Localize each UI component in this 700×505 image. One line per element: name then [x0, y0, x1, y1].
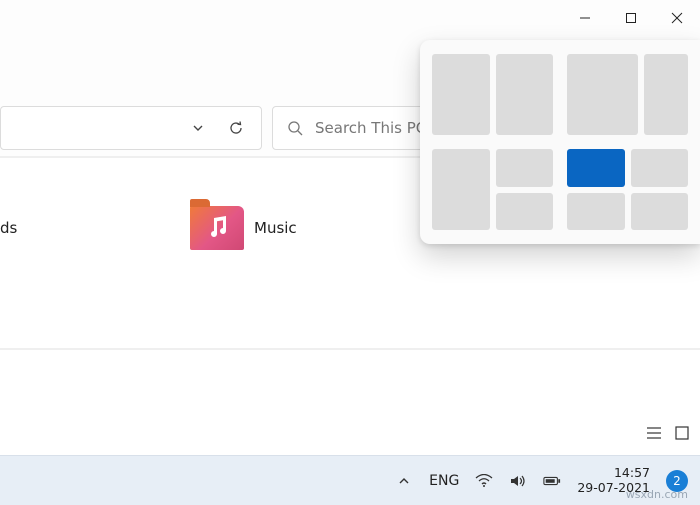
sound-button[interactable] — [509, 472, 527, 490]
partial-item-label: ds — [0, 219, 17, 237]
clock-time: 14:57 — [577, 466, 650, 480]
minimize-button[interactable] — [562, 0, 608, 36]
wifi-button[interactable] — [475, 472, 493, 490]
view-grid-button[interactable] — [672, 423, 692, 443]
close-button[interactable] — [654, 0, 700, 36]
battery-icon — [543, 475, 561, 487]
grid-icon — [675, 426, 689, 440]
tray-overflow-button[interactable] — [395, 472, 413, 490]
search-icon — [287, 120, 303, 136]
snap-cell[interactable] — [432, 149, 490, 230]
window-controls — [562, 0, 700, 36]
language-indicator[interactable]: ENG — [429, 473, 459, 489]
list-icon — [646, 426, 662, 440]
folder-item-music[interactable]: Music — [190, 206, 297, 250]
snap-cell[interactable] — [496, 149, 554, 187]
music-note-icon — [206, 214, 230, 240]
snap-cell[interactable] — [567, 193, 625, 231]
chevron-up-icon — [397, 474, 411, 488]
maximize-button[interactable] — [608, 0, 654, 36]
snap-cell[interactable] — [644, 54, 688, 135]
snap-cell[interactable] — [631, 149, 689, 187]
minimize-icon — [579, 12, 591, 24]
snap-layout-two-even[interactable] — [432, 54, 553, 135]
folder-row: Music — [190, 206, 297, 250]
snap-cell-selected[interactable] — [567, 149, 625, 187]
clock[interactable]: 14:57 29-07-2021 — [577, 466, 650, 495]
maximize-icon — [625, 12, 637, 24]
speaker-icon — [510, 474, 526, 488]
chevron-down-icon — [191, 121, 205, 135]
wifi-icon — [475, 474, 493, 488]
view-switcher — [644, 423, 692, 443]
search-placeholder: Search This PC — [315, 119, 426, 137]
snap-cell[interactable] — [567, 54, 638, 135]
file-explorer-window: Search This PC ds Music — [0, 0, 700, 505]
snap-cell[interactable] — [496, 193, 554, 231]
snap-cell[interactable] — [432, 54, 490, 135]
notifications-count: 2 — [673, 474, 681, 488]
folder-label: Music — [254, 219, 297, 237]
close-icon — [671, 12, 683, 24]
battery-button[interactable] — [543, 472, 561, 490]
snap-cell[interactable] — [496, 54, 554, 135]
snap-layout-three[interactable] — [432, 149, 553, 230]
notifications-badge[interactable]: 2 — [666, 470, 688, 492]
snap-layout-two-wide-left[interactable] — [567, 54, 688, 135]
refresh-icon — [228, 120, 244, 136]
music-folder-icon — [190, 206, 244, 250]
address-history-button[interactable] — [179, 109, 217, 147]
snap-layouts-flyout — [420, 40, 700, 244]
clock-date: 29-07-2021 — [577, 481, 650, 495]
taskbar: ENG 14:57 29-07-2021 2 wsxdn.com — [0, 455, 700, 505]
snap-layout-four[interactable] — [567, 149, 688, 230]
view-list-button[interactable] — [644, 423, 664, 443]
refresh-button[interactable] — [217, 109, 255, 147]
snap-cell[interactable] — [631, 193, 689, 231]
system-tray: ENG 14:57 29-07-2021 2 — [395, 456, 688, 505]
address-bar[interactable] — [0, 106, 262, 150]
